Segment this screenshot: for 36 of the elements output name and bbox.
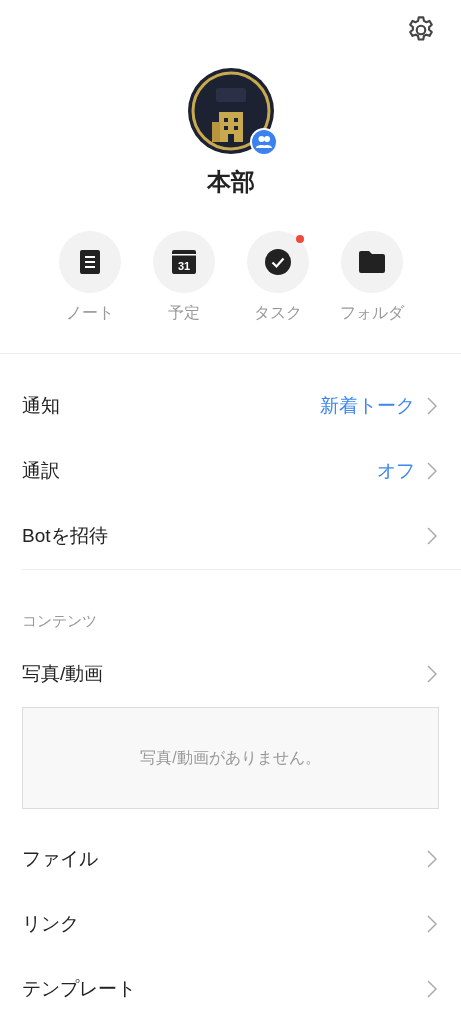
shortcut-button[interactable]: 31: [152, 230, 215, 293]
settings-row[interactable]: テンプレート: [0, 956, 461, 1022]
check-icon: [264, 248, 291, 275]
shortcut-label: タスク: [253, 302, 302, 323]
settings-row[interactable]: 写真/動画: [0, 641, 461, 707]
row-label: 通訳: [22, 459, 61, 484]
chevron-icon: [427, 980, 437, 999]
row-label: リンク: [22, 912, 80, 937]
settings-row[interactable]: 通訳 オフ: [0, 438, 461, 504]
row-value: 新着トーク: [320, 394, 415, 419]
settings-row[interactable]: 通知 新着トーク: [0, 373, 461, 439]
calendar-icon: 31: [171, 249, 196, 274]
shortcut-label: 予定: [167, 302, 200, 323]
settings-row[interactable]: Botを招待: [0, 503, 461, 569]
chevron-icon: [427, 527, 437, 546]
row-value: オフ: [377, 459, 415, 484]
row-label: ファイル: [22, 847, 99, 872]
row-label: 写真/動画: [22, 662, 105, 687]
row-label: Botを招待: [22, 524, 109, 549]
row-label: テンプレート: [22, 977, 137, 1002]
folder-icon: [358, 250, 385, 273]
chevron-icon: [427, 462, 437, 481]
shortcut-label: ノート: [65, 302, 114, 323]
chevron-icon: [427, 850, 437, 869]
settings-row[interactable]: リンク: [0, 891, 461, 957]
group-name: 本部: [205, 168, 256, 197]
group-icon: [249, 128, 278, 156]
chevron-icon: [427, 665, 437, 684]
settings-row[interactable]: ファイル: [0, 826, 461, 892]
section-header: コンテンツ: [21, 610, 98, 631]
chevron-icon: [427, 915, 437, 934]
chevron-icon: [427, 397, 437, 416]
row-label: 通知: [22, 394, 61, 419]
note-icon: [79, 249, 100, 274]
shortcut-label: フォルダ: [339, 302, 404, 323]
empty-message: 写真/動画がありません。: [140, 747, 321, 768]
